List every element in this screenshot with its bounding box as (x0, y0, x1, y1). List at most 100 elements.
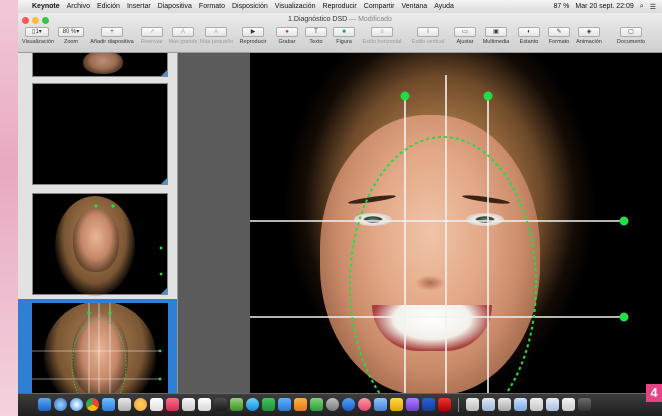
menu-diapositiva[interactable]: Diapositiva (158, 3, 192, 10)
tool-label: Más pequeño (200, 39, 234, 45)
tool-fit[interactable]: ▭ Ajustar (452, 27, 478, 51)
app-store-icon[interactable] (342, 398, 355, 411)
ibooks-icon[interactable] (310, 398, 323, 411)
tool-horizontal-style[interactable]: ≡ Estilo horizontal (360, 27, 404, 51)
forward-icon: ↗ (141, 27, 163, 37)
minimized-window-thumbnail[interactable] (498, 398, 511, 411)
imovie-icon[interactable] (406, 398, 419, 411)
menu-list-icon[interactable]: ☰ (650, 3, 656, 11)
dock-separator (458, 398, 459, 412)
clock[interactable]: Mar 20 sept. 22:09 (575, 3, 633, 10)
tool-animation[interactable]: ◈ Animación (574, 27, 604, 51)
toolbar-buttons: ▯1▾ Visualización 80 %▾ Zoom + Añadir di… (22, 27, 658, 51)
document-name: 1.Diagnóstico DSD (288, 16, 348, 23)
vertical-guides (404, 75, 489, 393)
textedit-icon[interactable] (198, 398, 211, 411)
slide-thumbnail[interactable] (32, 83, 168, 185)
tool-label: Estilo vertical (411, 39, 445, 45)
acrobat-icon[interactable] (438, 398, 451, 411)
search-icon[interactable]: ⌕ (640, 3, 644, 11)
finder-icon[interactable] (38, 398, 51, 411)
music-icon[interactable] (166, 398, 179, 411)
preview-icon[interactable] (374, 398, 387, 411)
tool-text[interactable]: T Texto (304, 27, 328, 51)
trash-icon[interactable] (578, 398, 591, 411)
chrome-icon[interactable] (86, 398, 99, 411)
current-slide[interactable] (250, 53, 662, 393)
app-icon[interactable] (214, 398, 227, 411)
menu-visualizacion[interactable]: Visualización (275, 3, 316, 10)
minimized-window-thumbnail[interactable] (466, 398, 479, 411)
page-background-margin (0, 0, 18, 416)
tool-label: Más grande (168, 39, 198, 45)
tool-play[interactable]: ▶ Reproducir (236, 27, 270, 51)
keynote-icon[interactable] (278, 398, 291, 411)
contacts-icon[interactable] (118, 398, 131, 411)
tool-add-slide[interactable]: + Añadir diapositiva (90, 27, 134, 51)
tool-label: Reproducir (239, 39, 267, 45)
estanto-icon: ◐ (518, 27, 540, 37)
launchpad-icon[interactable] (54, 398, 67, 411)
menu-ayuda[interactable]: Ayuda (434, 3, 454, 10)
guide-overlay-mini (32, 303, 162, 393)
system-preferences-icon[interactable] (326, 398, 339, 411)
numbers-icon[interactable] (230, 398, 243, 411)
minimized-window-thumbnail[interactable] (530, 398, 543, 411)
dock (18, 393, 662, 416)
record-icon: ● (276, 27, 298, 37)
slide-thumbnail[interactable] (32, 193, 168, 296)
text-icon: T (305, 27, 327, 37)
pages-icon[interactable] (294, 398, 307, 411)
tool-bigger[interactable]: A Más grande (168, 27, 198, 51)
word-icon[interactable] (422, 398, 435, 411)
notes-icon[interactable] (182, 398, 195, 411)
shape-icon: ■ (333, 27, 355, 37)
menu-insertar[interactable]: Insertar (127, 3, 151, 10)
itunes-icon[interactable] (358, 398, 371, 411)
animation-icon: ◈ (578, 27, 600, 37)
tool-shape[interactable]: ■ Figura (332, 27, 356, 51)
slide-thumbnail[interactable] (32, 53, 168, 77)
menu-edicion[interactable]: Edición (97, 3, 120, 10)
menu-app-name[interactable]: Keynote (32, 3, 60, 10)
dsd-guide-overlay[interactable] (250, 53, 662, 393)
folder-icon[interactable] (390, 398, 403, 411)
tool-forward[interactable]: ↗ Reenviar (138, 27, 166, 51)
tool-label: Ajustar (456, 39, 474, 45)
minimized-window-thumbnail[interactable] (514, 398, 527, 411)
tool-smaller[interactable]: A Más pequeño (200, 27, 234, 51)
media-icon: ▣ (485, 27, 507, 37)
face-outline-ellipse (349, 136, 537, 393)
facetime-icon[interactable] (246, 398, 259, 411)
minimized-window-thumbnail[interactable] (562, 398, 575, 411)
slide-canvas[interactable] (178, 53, 662, 393)
menu-reproducir[interactable]: Reproducir (323, 3, 357, 10)
menu-archivo[interactable]: Archivo (67, 3, 90, 10)
tool-format[interactable]: ✎ Formato (546, 27, 572, 51)
tool-record[interactable]: ● Grabar (274, 27, 300, 51)
tool-document[interactable]: ▢ Documento (608, 27, 654, 51)
menu-formato[interactable]: Formato (199, 3, 225, 10)
tool-zoom[interactable]: 80 %▾ Zoom (56, 27, 86, 51)
menu-ventana[interactable]: Ventana (402, 3, 428, 10)
menubar-status: 87 % Mar 20 sept. 22:09 ⌕ ☰ (553, 0, 656, 13)
tool-estanto[interactable]: ◐ Estanto (516, 27, 542, 51)
menu-compartir[interactable]: Compartir (364, 3, 395, 10)
battery-indicator[interactable]: 87 % (553, 3, 569, 10)
calendar-icon[interactable] (150, 398, 163, 411)
photos-icon[interactable] (134, 398, 147, 411)
text-smaller-icon: A (205, 27, 227, 37)
safari-icon[interactable] (70, 398, 83, 411)
document-icon: ▢ (620, 27, 642, 37)
messages-icon[interactable] (262, 398, 275, 411)
format-brush-icon: ✎ (548, 27, 570, 37)
tool-media[interactable]: ▣ Multimedia (480, 27, 512, 51)
menu-disposicion[interactable]: Disposición (232, 3, 268, 10)
tool-view[interactable]: ▯1▾ Visualización (22, 27, 54, 51)
mail-icon[interactable] (102, 398, 115, 411)
tool-vertical-style[interactable]: ⦀ Estilo vertical (408, 27, 448, 51)
minimized-window-thumbnail[interactable] (546, 398, 559, 411)
minimized-window-thumbnail[interactable] (482, 398, 495, 411)
horizontal-guides (250, 220, 624, 318)
selected-slide-thumbnail[interactable] (18, 299, 177, 393)
